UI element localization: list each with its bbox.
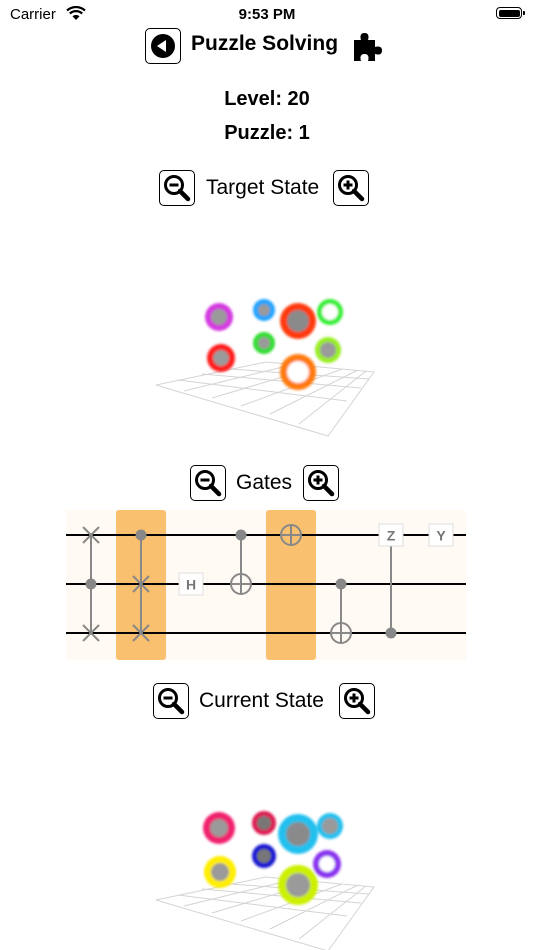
pauli-y-gate[interactable]: Y [428,523,454,547]
not-gate[interactable] [280,524,302,546]
current-zoom-out-button[interactable] [153,683,189,719]
zoom-in-icon [344,688,371,715]
gates-zoom-out-button[interactable] [190,465,226,501]
zoom-out-icon [164,175,191,202]
current-zoom-in-button[interactable] [339,683,375,719]
target-state-visualization [155,299,375,437]
zoom-in-icon [308,470,335,497]
grid-floor [155,876,375,950]
svg-text:H: H [186,577,196,593]
target-zoom-out-button[interactable] [159,170,195,206]
level-label: Level: 20 [224,88,310,110]
battery-full-icon [496,7,525,19]
cnot-gate[interactable] [230,529,252,595]
target-zoom-in-button[interactable] [333,170,369,206]
zoom-out-icon [195,470,222,497]
zoom-in-icon [338,175,365,202]
gates-circuit[interactable]: H Z Y [66,510,466,660]
target-state-label: Target State [206,176,320,199]
puzzle-number-label: Puzzle: 1 [224,122,310,144]
svg-text:Y: Y [436,528,446,544]
gates-label: Gates [236,471,293,494]
controlled-z-gate[interactable]: Z [378,523,404,639]
zoom-out-icon [158,688,185,715]
puzzle-piece-icon[interactable] [350,29,386,70]
page-title: Puzzle Solving [191,32,339,55]
cnot-gate[interactable] [330,578,352,644]
back-button[interactable] [145,28,181,64]
current-state-label: Current State [199,689,324,712]
svg-text:Z: Z [387,528,396,544]
gates-zoom-in-button[interactable] [303,465,339,501]
clock-time: 9:53 PM [238,6,296,23]
current-state-visualization [155,811,375,950]
status-bar: Carrier 9:53 PM [0,0,534,28]
hadamard-gate[interactable]: H [178,572,204,596]
grid-floor [155,361,375,437]
